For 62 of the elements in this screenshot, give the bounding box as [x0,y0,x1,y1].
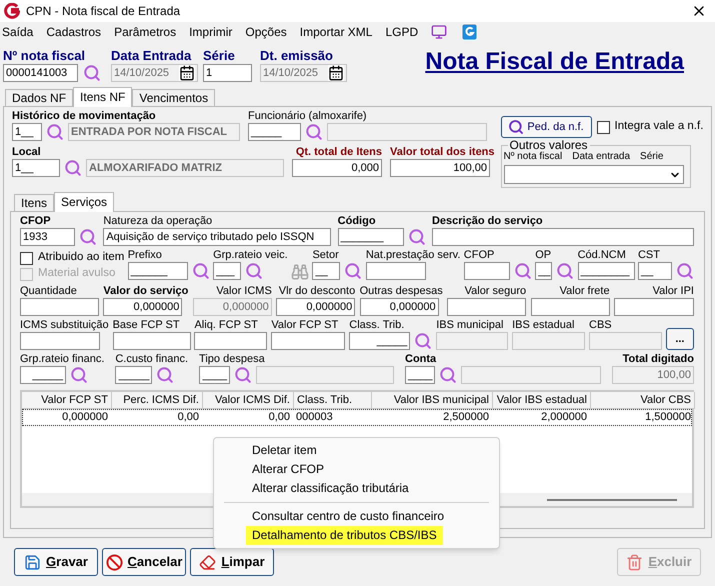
table-cell-text: 0,00 [176,410,200,425]
field-label: Vlr do desconto [278,285,356,298]
checkbox-label: Atribuido ao item [38,250,124,266]
table-cell-text: 2,500000 [442,410,490,425]
table-cell-text: 0,000000 [61,410,109,425]
field-label: Prefixo [128,249,163,262]
field-label: Série [203,48,236,64]
column-label: Data entrada [572,151,630,163]
table-cell-text: 000003 [295,410,334,425]
table-cell-text: 2,000000 [540,410,588,425]
field-label: CST [638,249,661,262]
button-label: Excluir [648,553,692,572]
table-cell-text: 1,500000 [644,410,692,425]
field-label: C.custo financ. [115,353,188,366]
button-label: Limpar [221,553,265,572]
field-label: Tipo despesa [199,353,266,366]
group-title: Outros valores [508,139,589,151]
field-label: OP [535,249,552,262]
field-label: Dt. emissão [260,48,334,64]
button-label: Gravar [46,553,88,572]
checkbox-label: Integra vale a n.f. [614,119,704,134]
field-label: Grp.rateio veic. [213,249,288,262]
field-label: IBS estadual [512,319,576,332]
field-label: Setor [312,249,340,262]
field-label: Base FCP ST [112,319,181,332]
field-label: Nat.prestação serv. [366,249,460,262]
field-label: IBS municipal [436,319,504,332]
field-label: CFOP [464,249,496,262]
page-heading: Nota Fiscal de Entrada [425,47,684,77]
field-label: ICMS substituição [20,319,109,332]
field-label: Funcionário (almoxarife) [248,110,368,123]
field-label: Valor do serviço [103,285,188,298]
field-label: Código [338,215,377,228]
window-title: CPN - Nota fiscal de Entrada [26,3,180,20]
field-label: Aliq. FCP ST [194,319,259,332]
column-label: Nº nota fiscal [504,151,562,163]
field-label: Natureza da operação [103,215,214,228]
column-label: Série [640,151,664,163]
field-label: Conta [405,353,438,366]
field-label: Nº nota fiscal [3,48,86,64]
field-label: Class. Trib. [349,319,406,332]
field-label: Valor FCP ST [271,319,340,332]
field-label: Quantidade [20,285,78,298]
field-label: Descrição do serviço [432,215,544,228]
field-label: Valor ICMS [215,285,272,298]
field-label: Total digitado [622,353,694,366]
field-label: Local [12,146,42,159]
field-label: CFOP [20,215,52,228]
table-cell-text: 0,00 [268,410,291,425]
field-label: Valor seguro [464,285,526,298]
field-label: Valor IPI [652,285,694,298]
button-label: Cancelar [128,553,182,572]
checkbox-label: Material avulso [38,266,116,282]
field-label: Histórico de movimentação [12,110,157,123]
field-label: Cód.NCM [578,249,627,262]
field-label: Qt. total de Itens [294,146,382,159]
field-label: Valor frete [558,285,610,298]
field-label: Data Entrada [111,48,192,64]
field-label: Valor total dos itens [390,146,495,159]
field-label: CBS [589,319,613,332]
field-label: Outras despesas [360,285,443,298]
field-label: Grp.rateio financ. [20,353,104,366]
